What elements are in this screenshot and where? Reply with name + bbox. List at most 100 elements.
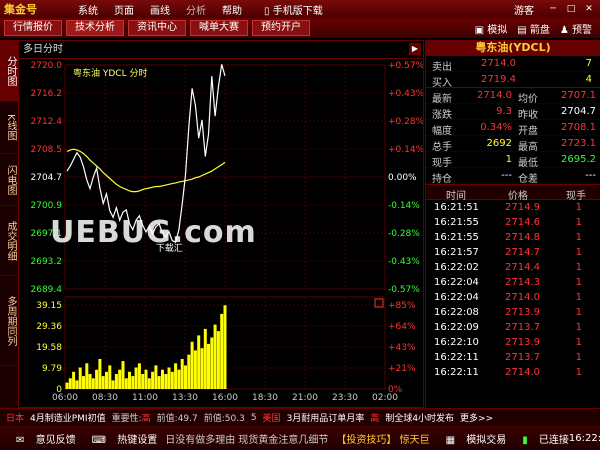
status-news-ticker[interactable]: 日没有做多理由 现货黄金注意几细节 [165,431,328,446]
tick-list[interactable]: 16:21:51 2714.9 1 16:21:55 2714.6 1 16:21:55 27… [426,200,600,380]
tick-qty: 1 [575,292,582,303]
news-prev-1: 前值:49.7 [156,414,198,424]
watermark-logo: UEBUG.com [50,215,257,250]
tab-quotes[interactable]: 行情报价 [4,20,62,36]
alert-label: 预警 [572,24,592,36]
tick-qty: 1 [575,262,582,273]
menu-analysis[interactable]: 分析 [178,2,214,17]
alert-button[interactable]: ♟ 预警 [560,21,592,36]
news-extra-1: 5 [250,412,257,423]
tick-qty: 1 [575,307,582,318]
mobile-download-link[interactable]: ▯ 手机版下载 [256,2,331,17]
tick-qty: 1 [575,247,582,258]
connection-status: ▮ 已连接 [514,431,569,446]
volume-bar [216,331,220,389]
volume-bar [85,363,89,389]
volume-pct-tick-label: +64% [388,322,416,332]
tick-row: 16:22:11 2713.7 1 [426,350,600,365]
stat-label: 现手 [432,158,452,169]
tick-row: 16:22:09 2713.7 1 [426,320,600,335]
volume-bar [124,378,128,389]
volume-bar [121,361,125,389]
arrow-disk-label: 箭盘 [529,24,550,36]
guest-label[interactable]: 游客 [506,2,542,17]
time-tick-label: 16:00 [212,393,238,403]
toolbar: 行情报价 技术分析 资讯中心 喊单大赛 预约开户 ▣ 模拟 ▤ 箭盘 ♟ 预警 [0,18,600,38]
close-icon[interactable]: ✕ [582,3,596,15]
vtab-kline[interactable]: K线图 [0,102,18,154]
volume-bar [200,348,204,389]
tab-technical[interactable]: 技术分析 [66,20,124,36]
tick-price: 2714.0 [505,292,540,303]
tick-price: 2713.9 [505,337,540,348]
tab-contest[interactable]: 喊单大赛 [190,20,248,36]
stat-label: 昨收 [518,110,538,121]
news-imp-label-1: 重要性: [111,414,142,424]
keyboard-icon: ⌨ [91,434,107,446]
volume-tick-label: 39.15 [36,301,62,311]
quote-stat-row: 现手 1 最低 2695.2 [426,152,600,169]
volume-bar [203,328,207,389]
news-imp-1: 高 [141,414,151,424]
tick-time: 16:22:10 [434,337,479,348]
volume-bar [177,369,181,389]
time-tick-label: 21:00 [292,393,318,403]
volume-bar [141,374,145,389]
tick-price: 2714.6 [505,217,540,228]
tab-news[interactable]: 资讯中心 [128,20,186,36]
quote-panel: 粤东油(YDCL) 卖出 2714.0 7 买入 2719.4 4 最新 2714… [425,40,600,408]
tick-time: 16:21:51 [434,202,479,213]
status-tips[interactable]: 【投资技巧】 惊天巨 [336,431,429,446]
stat-value: 1 [505,154,512,165]
news-item-2[interactable]: 3月耐用品订单月率 [287,411,365,424]
tick-row: 16:22:04 2714.0 1 [426,290,600,305]
pct-tick-label: -0.57% [388,285,420,295]
tick-qty: 1 [575,367,582,378]
volume-bar [98,359,102,389]
news-item-1[interactable]: 4月制造业PMI初值 [30,411,106,424]
news-more-button[interactable]: 更多>> [460,411,493,424]
stat-value: 2708.1 [561,122,596,133]
volume-bar [220,313,224,389]
sell-price: 2714.0 [481,58,516,69]
vtab-timeshare[interactable]: 分时图 [0,40,18,102]
mobile-download-label: 手机版下载 [272,5,323,17]
maximize-icon[interactable]: □ [564,3,578,15]
feedback-button[interactable]: ✉ 意见反馈 [8,431,76,446]
volume-bar [170,371,174,389]
phone-icon: ▯ [264,5,270,17]
menu-system[interactable]: 系统 [70,2,106,17]
sim-trade-button[interactable]: ▦ 模拟交易 [438,431,507,446]
minimize-icon[interactable]: ─ [546,3,560,15]
menu-page[interactable]: 页面 [106,2,142,17]
news-more-text[interactable]: 制全球4小时发布 [385,411,454,424]
stat-label: 总手 [432,142,452,153]
sim-button[interactable]: ▣ 模拟 [475,21,508,36]
tab-account[interactable]: 预约开户 [252,20,310,36]
volume-bar [193,350,197,389]
hotkeys-button[interactable]: ⌨ 热键设置 [84,431,158,446]
pct-tick-label: +0.57% [388,61,423,71]
volume-bar [65,382,69,389]
volume-bar [95,369,99,389]
buy-price: 2719.4 [481,74,516,85]
menu-help[interactable]: 帮助 [214,2,250,17]
vtab-multi-period[interactable]: 多周期同列 [0,276,18,366]
news-region-2: 美国 [262,414,281,424]
volume-tick-label: 0 [56,385,62,395]
time-tick-label: 13:30 [172,393,198,403]
sell-qty: 7 [585,58,592,69]
vtab-flash[interactable]: 闪电图 [0,154,18,206]
menu-draw[interactable]: 画线 [142,2,178,17]
bell-icon: ♟ [559,24,569,36]
volume-bar [197,335,201,389]
price-tick-label: 2700.9 [31,201,63,211]
volume-bar [164,374,168,389]
arrow-disk-button[interactable]: ▤ 箭盘 [517,21,550,36]
vtab-detail[interactable]: 成交明细 [0,206,18,276]
expand-icon[interactable]: ▶ [409,43,421,55]
signal-icon: ▮ [522,434,528,446]
volume-bar [207,343,210,389]
tick-time: 16:22:08 [434,307,479,318]
tick-row: 16:21:55 2714.8 1 [426,230,600,245]
